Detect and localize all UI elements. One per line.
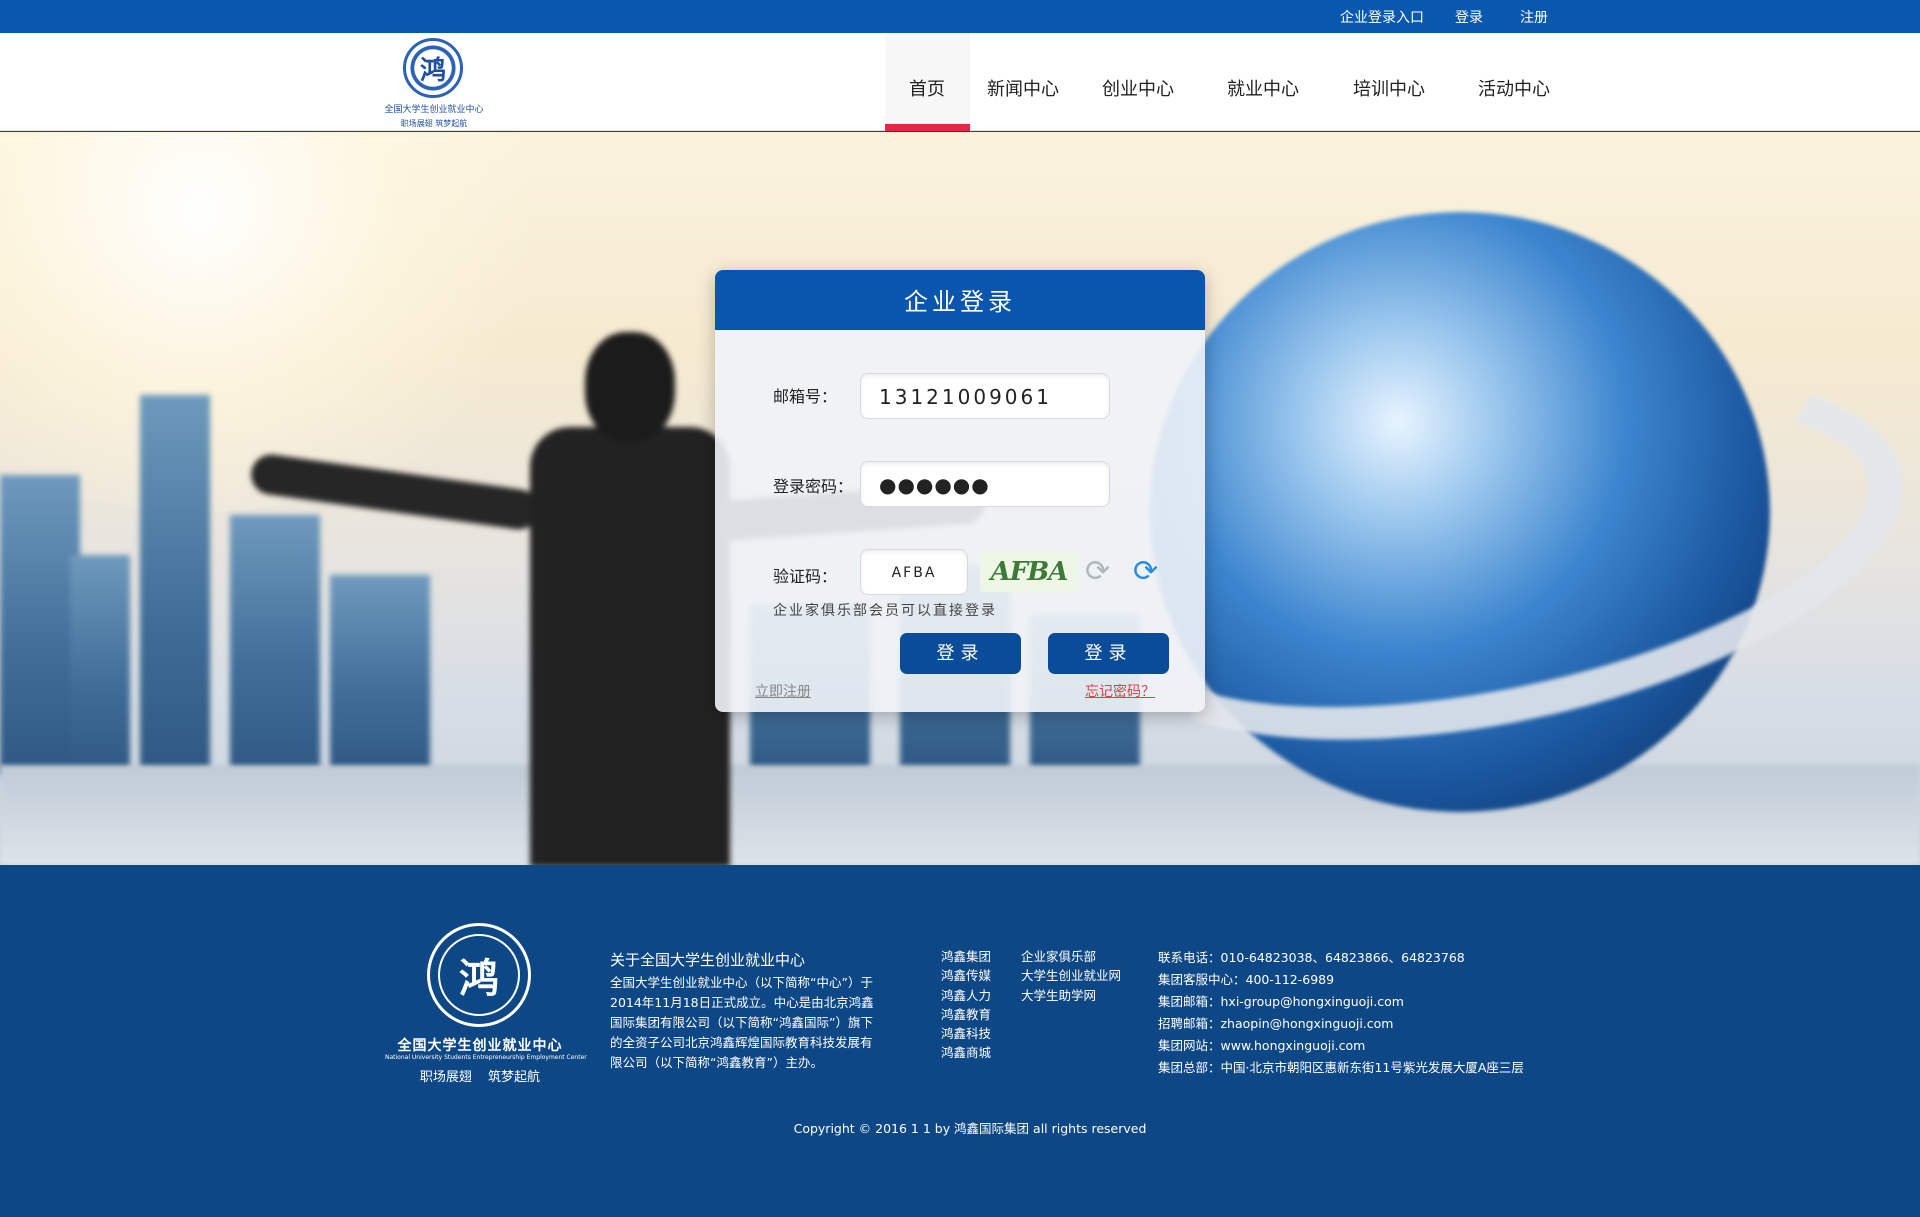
login-card: 企业登录 邮箱号： 13121009061 登录密码： ●●●●●● 验证码： … [715, 270, 1205, 712]
nav-employment-center[interactable]: 就业中心 [1227, 75, 1299, 101]
hero-building [0, 475, 80, 775]
captcha-label: 验证码： [773, 567, 838, 586]
logo-title: 全国大学生创业就业中心 [384, 105, 484, 115]
captcha-image[interactable]: AFBA [980, 552, 1078, 592]
login-button-secondary[interactable]: 登录 [1048, 633, 1169, 674]
hero-sunlight [0, 132, 580, 512]
businessman-figure [248, 332, 987, 865]
login-button[interactable]: 登录 [900, 633, 1021, 674]
login-card-title: 企业登录 [715, 270, 1205, 330]
footer-link[interactable]: 鸿鑫集团 [941, 947, 991, 966]
site-header: 鸿 全国大学生创业就业中心 职场展翅 筑梦起航 首页 新闻中心 创业中心 就业中… [0, 33, 1920, 131]
top-bar: 企业登录入口 登录 注册 [0, 0, 1920, 33]
nav-training-center[interactable]: 培训中心 [1353, 75, 1425, 101]
contact-service: 集团客服中心：400-112-6989 [1158, 972, 1335, 987]
hero-building [140, 395, 210, 775]
forgot-password-link[interactable]: 忘记密码？ [1085, 681, 1155, 701]
contact-website[interactable]: 集团网站：www.hongxinguoji.com [1158, 1035, 1524, 1057]
logo-badge-icon: 鸿 [403, 38, 463, 98]
password-label: 登录密码： [773, 477, 854, 496]
register-link[interactable]: 注册 [1520, 7, 1548, 27]
nav-startup-center[interactable]: 创业中心 [1102, 75, 1174, 101]
refresh-icon[interactable]: ⟳ [1133, 556, 1158, 588]
figure-head [585, 332, 675, 442]
refresh-icon[interactable]: ⟳ [1085, 556, 1110, 588]
contact-email[interactable]: 集团邮箱：hxi-group@hongxinguoji.com [1158, 991, 1524, 1013]
hero-floor [0, 765, 1920, 865]
footer-logo-title: 全国大学生创业就业中心 [397, 1038, 563, 1054]
captcha-input[interactable]: AFBA [860, 549, 968, 595]
footer-logo: 鸿 全国大学生创业就业中心 National University Studen… [385, 923, 587, 1085]
contact-recruit-email[interactable]: 招聘邮箱：zhaopin@hongxinguoji.com [1158, 1013, 1524, 1035]
footer-links-group: 鸿鑫集团 鸿鑫传媒 鸿鑫人力 鸿鑫教育 鸿鑫科技 鸿鑫商城 [941, 947, 991, 1063]
site-logo[interactable]: 鸿 全国大学生创业就业中心 职场展翅 筑梦起航 [378, 36, 490, 130]
footer-link[interactable]: 鸿鑫人力 [941, 986, 991, 1005]
footer-link[interactable]: 大学生助学网 [1021, 986, 1121, 1005]
copyright: Copyright © 2016 1 1 by 鸿鑫国际集团 all right… [793, 1121, 1147, 1136]
contact-phone: 联系电话：010-64823038、64823866、64823768 [1158, 950, 1465, 965]
logo-slogan: 职场展翅 筑梦起航 [400, 119, 468, 128]
footer-logo-slogan: 职场展翅 筑梦起航 [419, 1070, 541, 1085]
nav-active-underline [885, 124, 970, 131]
footer-link[interactable]: 鸿鑫科技 [941, 1024, 991, 1043]
contact-address: 集团总部：中国·北京市朝阳区惠新东街11号紫光发展大厦A座三层 [1158, 1060, 1524, 1075]
nav-activity-center[interactable]: 活动中心 [1478, 75, 1550, 101]
hero-building [330, 575, 430, 775]
about-title: 关于全国大学生创业就业中心 [610, 951, 806, 969]
footer-link[interactable]: 鸿鑫传媒 [941, 966, 991, 985]
footer-link[interactable]: 鸿鑫商城 [941, 1043, 991, 1062]
login-link[interactable]: 登录 [1455, 7, 1483, 27]
footer-links-partners: 企业家俱乐部 大学生创业就业网 大学生助学网 [1021, 947, 1121, 1005]
email-label: 邮箱号： [773, 387, 838, 406]
figure-body [530, 427, 730, 865]
nav-news-center[interactable]: 新闻中心 [987, 75, 1059, 101]
club-member-hint: 企业家俱乐部会员可以直接登录 [773, 603, 997, 619]
footer-logo-english: National University Students Entrepreneu… [385, 1054, 587, 1061]
hero-building [230, 515, 320, 775]
footer-logo-badge-icon: 鸿 [427, 923, 531, 1027]
contact-info: 联系电话：010-64823038、64823866、64823768 集团客服… [1158, 947, 1524, 1079]
site-footer: 鸿 全国大学生创业就业中心 National University Studen… [0, 865, 1920, 1217]
about-text: 全国大学生创业就业中心（以下简称“中心”）于2014年11月18日正式成立。中心… [610, 975, 874, 1070]
footer-link[interactable]: 企业家俱乐部 [1021, 947, 1121, 966]
footer-link[interactable]: 鸿鑫教育 [941, 1005, 991, 1024]
nav-home[interactable]: 首页 [909, 75, 945, 101]
enterprise-login-link[interactable]: 企业登录入口 [1340, 7, 1424, 27]
hero-building [70, 555, 130, 775]
password-input[interactable]: ●●●●●● [860, 461, 1110, 507]
email-input[interactable]: 13121009061 [860, 373, 1110, 419]
register-now-link[interactable]: 立即注册 [755, 681, 811, 701]
footer-link[interactable]: 大学生创业就业网 [1021, 966, 1121, 985]
